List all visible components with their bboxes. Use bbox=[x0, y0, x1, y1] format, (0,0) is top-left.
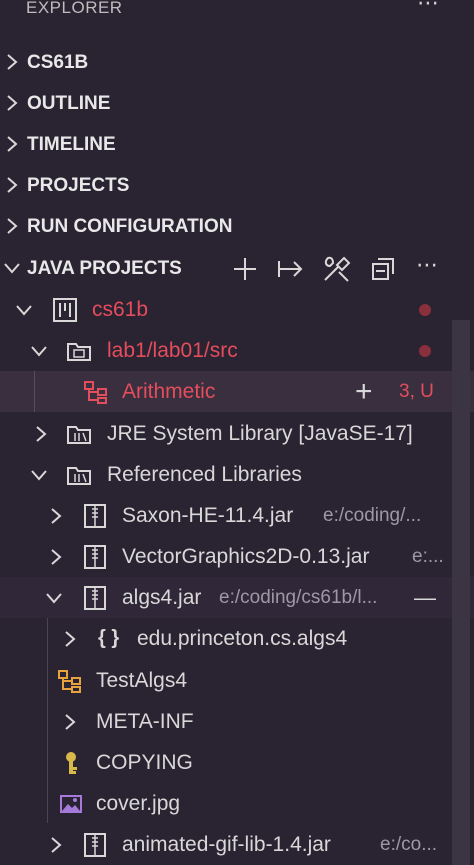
jar-icon bbox=[84, 586, 106, 610]
remove-icon[interactable]: — bbox=[414, 577, 436, 618]
tree-item-package[interactable]: { } edu.princeton.cs.algs4 bbox=[0, 618, 474, 659]
tree-item-label: Saxon-HE-11.4.jar bbox=[122, 504, 294, 527]
problem-dot bbox=[419, 345, 431, 357]
chevron-right-icon bbox=[7, 177, 18, 193]
explorer-title: EXPLORER bbox=[26, 0, 123, 17]
jar-icon bbox=[84, 833, 106, 857]
explorer-header: EXPLORER ⋯ bbox=[0, 0, 474, 24]
tree-item-label: Referenced Libraries bbox=[107, 463, 302, 486]
jar-icon bbox=[84, 504, 106, 528]
tree-item-path: e:/co... bbox=[380, 834, 438, 855]
tree-item-saxon-jar[interactable]: Saxon-HE-11.4.jar e:/coding/... bbox=[0, 495, 474, 536]
status-badge: 3, U bbox=[399, 381, 434, 402]
chevron-right-icon bbox=[51, 837, 62, 853]
chevron-right-icon bbox=[7, 218, 18, 234]
library-icon bbox=[67, 467, 91, 485]
tree-item-path: e:/coding/cs61b/l... bbox=[219, 587, 378, 608]
section-label: TIMELINE bbox=[27, 134, 116, 155]
tree-item-animated-gif-jar[interactable]: animated-gif-lib-1.4.jar e:/co... bbox=[0, 824, 474, 865]
problem-dot bbox=[419, 304, 431, 316]
chevron-down-icon bbox=[4, 263, 20, 274]
tree-item-source-folder[interactable]: lab1/lab01/src bbox=[0, 330, 474, 371]
chevron-down-icon bbox=[16, 305, 32, 316]
chevron-down-icon bbox=[46, 593, 62, 604]
section-label: JAVA PROJECTS bbox=[27, 258, 182, 279]
tree-item-cover-jpg[interactable]: cover.jpg bbox=[0, 783, 474, 824]
tree-item-label: COPYING bbox=[96, 751, 193, 774]
section-label: RUN CONFIGURATION bbox=[27, 216, 233, 237]
section-timeline[interactable]: TIMELINE bbox=[0, 124, 474, 165]
section-cs61b[interactable]: CS61B bbox=[0, 42, 474, 83]
chevron-right-icon bbox=[7, 95, 18, 111]
tree-item-label: VectorGraphics2D-0.13.jar bbox=[122, 545, 370, 568]
tree-item-vectorgraphics-jar[interactable]: VectorGraphics2D-0.13.jar e:... bbox=[0, 536, 474, 577]
add-icon[interactable]: + bbox=[355, 371, 373, 412]
jar-icon bbox=[84, 545, 106, 569]
section-run-configuration[interactable]: RUN CONFIGURATION bbox=[0, 206, 474, 247]
section-label: CS61B bbox=[27, 52, 89, 73]
tree-item-path: e:/coding/... bbox=[323, 505, 422, 526]
tree-item-jre[interactable]: JRE System Library [JavaSE-17] bbox=[0, 413, 474, 454]
chevron-right-icon bbox=[36, 426, 47, 442]
class-icon bbox=[84, 381, 107, 404]
tree-item-label: TestAlgs4 bbox=[96, 669, 188, 692]
export-jar-icon[interactable] bbox=[274, 253, 308, 285]
class-icon bbox=[58, 670, 81, 693]
add-icon[interactable] bbox=[228, 253, 262, 285]
scrollbar[interactable] bbox=[452, 320, 470, 865]
tree-item-label: JRE System Library [JavaSE-17] bbox=[107, 422, 413, 445]
chevron-right-icon bbox=[65, 714, 76, 730]
section-projects[interactable]: PROJECTS bbox=[0, 165, 474, 206]
tree-item-copying[interactable]: COPYING bbox=[0, 742, 474, 783]
chevron-right-icon bbox=[65, 631, 76, 647]
section-label: PROJECTS bbox=[27, 175, 130, 196]
license-key-icon bbox=[66, 752, 77, 774]
chevron-down-icon bbox=[31, 470, 47, 481]
collapse-all-icon[interactable] bbox=[366, 253, 400, 285]
tree-item-cs61b[interactable]: cs61b bbox=[0, 289, 474, 330]
tree-item-label: cover.jpg bbox=[96, 792, 181, 815]
build-tools-icon[interactable] bbox=[320, 253, 354, 285]
tree-item-referenced-libraries[interactable]: Referenced Libraries bbox=[0, 454, 474, 495]
tree-item-label: cs61b bbox=[92, 298, 149, 321]
tree-item-label: edu.princeton.cs.algs4 bbox=[137, 627, 348, 650]
more-icon[interactable]: ⋯ bbox=[410, 253, 444, 285]
package-folder-icon bbox=[67, 343, 91, 361]
package-icon: { } bbox=[98, 627, 120, 649]
explorer-more-icon[interactable]: ⋯ bbox=[412, 0, 444, 16]
library-icon bbox=[67, 426, 91, 444]
tree-item-label: Arithmetic bbox=[122, 380, 216, 403]
tree-item-testalgs4[interactable]: TestAlgs4 bbox=[0, 660, 474, 701]
chevron-down-icon bbox=[31, 346, 47, 357]
tree-item-label: lab1/lab01/src bbox=[107, 339, 238, 362]
tree-item-label: algs4.jar bbox=[122, 586, 202, 609]
chevron-right-icon bbox=[7, 54, 18, 70]
chevron-right-icon bbox=[51, 549, 62, 565]
chevron-right-icon bbox=[51, 508, 62, 524]
chevron-right-icon bbox=[7, 136, 18, 152]
section-outline[interactable]: OUTLINE bbox=[0, 83, 474, 124]
tree-item-path: e:... bbox=[412, 546, 444, 567]
tree-item-label: animated-gif-lib-1.4.jar bbox=[122, 833, 331, 856]
project-icon bbox=[53, 298, 77, 322]
tree-item-arithmetic[interactable]: Arithmetic + 3, U bbox=[0, 371, 474, 412]
section-label: OUTLINE bbox=[27, 93, 111, 114]
image-file-icon bbox=[60, 795, 82, 813]
tree-item-algs4-jar[interactable]: algs4.jar e:/coding/cs61b/l... — bbox=[0, 577, 474, 618]
tree-item-meta-inf[interactable]: META-INF bbox=[0, 701, 474, 742]
tree-item-label: META-INF bbox=[96, 710, 194, 733]
